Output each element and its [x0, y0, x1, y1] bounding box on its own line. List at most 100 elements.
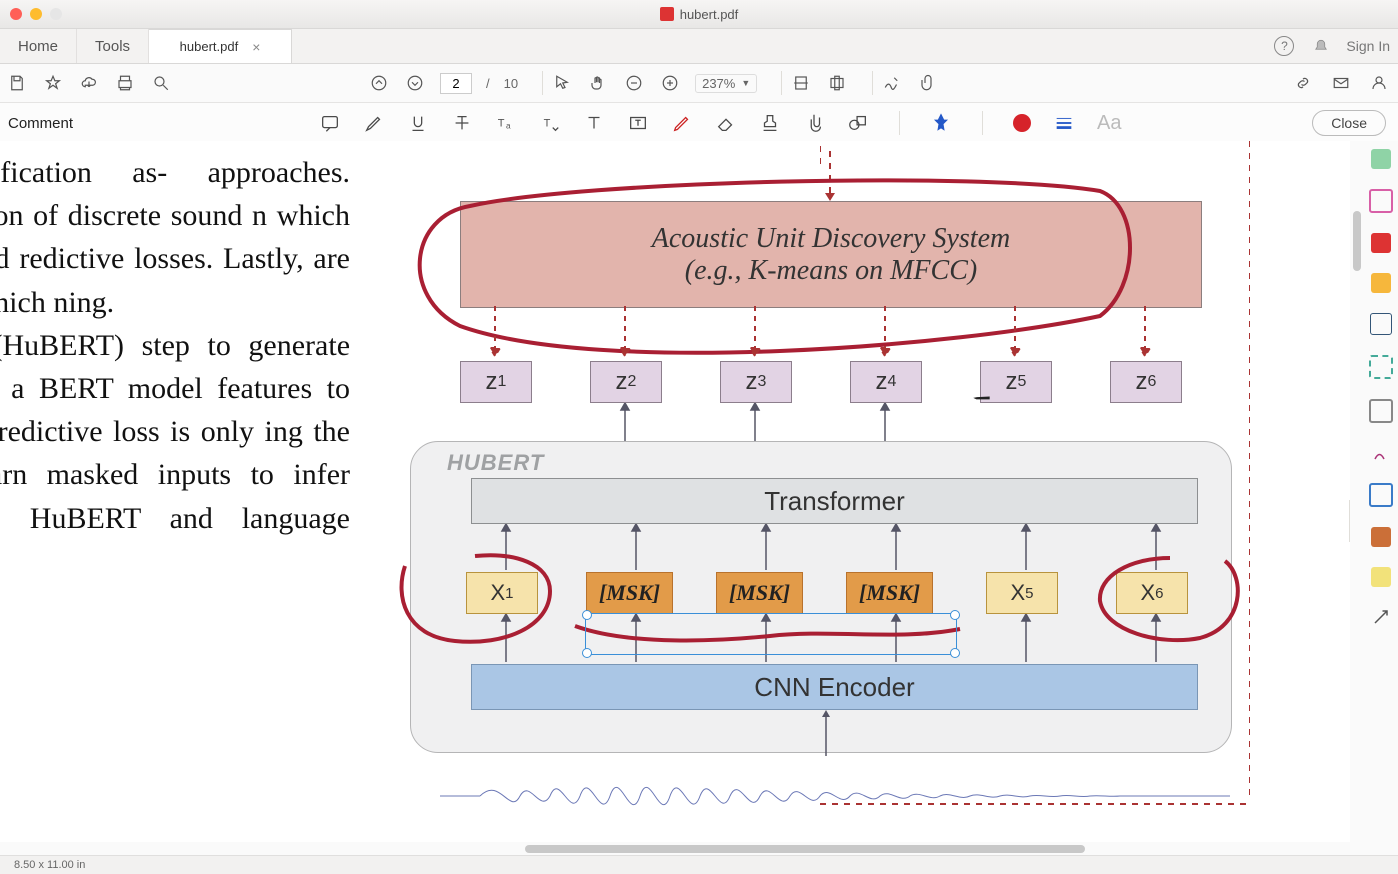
- attach-file-icon[interactable]: [803, 112, 825, 134]
- paper-body-text: tance classification as- approaches. Sec…: [0, 151, 350, 583]
- zoom-in-icon[interactable]: [659, 72, 681, 94]
- notifications-icon[interactable]: [1312, 38, 1328, 54]
- textbox-icon[interactable]: [627, 112, 649, 134]
- waveform-graphic: [440, 766, 1230, 826]
- panel-tool-edit[interactable]: [1369, 189, 1393, 213]
- panel-tool-more[interactable]: [1371, 607, 1391, 627]
- email-icon[interactable]: [1330, 72, 1352, 94]
- search-icon[interactable]: [150, 72, 172, 94]
- zoom-dropdown[interactable]: 237% ▼: [695, 74, 757, 93]
- save-icon[interactable]: [6, 72, 28, 94]
- panel-tool-redact[interactable]: [1369, 399, 1393, 423]
- dashed-loop-bottom: [820, 801, 1252, 811]
- scrollbar-thumb[interactable]: [1353, 211, 1361, 271]
- page-number-input[interactable]: [440, 73, 472, 94]
- panel-tool-organize[interactable]: [1370, 313, 1392, 335]
- pointer-icon[interactable]: [551, 72, 573, 94]
- pin-icon[interactable]: [930, 112, 952, 134]
- sticky-note-icon[interactable]: [319, 112, 341, 134]
- cloud-icon[interactable]: [78, 72, 100, 94]
- pdf-file-icon: [660, 7, 674, 21]
- page-sep: /: [486, 76, 490, 91]
- hubert-container: HUBERT Transformer X1 [MSK] [MSK] [MSK] …: [410, 441, 1232, 753]
- dashed-arrows-to-z: [460, 306, 1200, 361]
- status-bar: 8.50 x 11.00 in: [0, 855, 1398, 874]
- scrollbar-thumb[interactable]: [525, 845, 1085, 853]
- main-toolbar: / 10 237% ▼: [0, 64, 1398, 103]
- svg-text:T: T: [498, 118, 505, 130]
- page-total: 10: [504, 76, 518, 91]
- tab-document[interactable]: hubert.pdf ×: [149, 29, 292, 63]
- zoom-value: 237%: [702, 76, 735, 91]
- toolbar-divider: [542, 71, 543, 95]
- acoustic-unit-box: Acoustic Unit Discovery System (e.g., K-…: [460, 201, 1202, 308]
- cnn-encoder-box: CNN Encoder: [471, 664, 1198, 710]
- fit-width-icon[interactable]: [790, 72, 812, 94]
- close-comment-button[interactable]: Close: [1312, 110, 1386, 136]
- underline-text-icon[interactable]: [407, 112, 429, 134]
- panel-tool-compress[interactable]: [1369, 483, 1393, 507]
- tab-document-label: hubert.pdf: [180, 39, 239, 54]
- user-icon[interactable]: [1368, 72, 1390, 94]
- hubert-label: HUBERT: [447, 450, 544, 476]
- panel-tool-export[interactable]: [1371, 149, 1391, 169]
- window-title-text: hubert.pdf: [680, 7, 739, 22]
- transformer-box: Transformer: [471, 478, 1198, 524]
- page-down-icon[interactable]: [404, 72, 426, 94]
- z-box-3: z3: [720, 361, 792, 403]
- tab-tools[interactable]: Tools: [77, 29, 149, 63]
- text-style-icon[interactable]: Aa: [1097, 112, 1121, 135]
- dashed-loop-arrow: [1248, 141, 1250, 806]
- page-dimensions: 8.50 x 11.00 in: [14, 859, 85, 871]
- panel-tool-create[interactable]: [1371, 233, 1391, 253]
- panel-tool-send[interactable]: [1371, 567, 1391, 587]
- shapes-icon[interactable]: [847, 112, 869, 134]
- toolbar-divider: [982, 111, 983, 135]
- arrows-x-to-transformer: [471, 524, 1211, 572]
- panel-tool-comment[interactable]: [1371, 273, 1391, 293]
- vertical-scrollbar[interactable]: [1350, 141, 1364, 842]
- tab-home[interactable]: Home: [0, 29, 77, 63]
- z-box-1: z1: [460, 361, 532, 403]
- horizontal-scrollbar[interactable]: [0, 842, 1364, 856]
- figure-diagram: Acoustic Unit Discovery System (e.g., K-…: [400, 151, 1260, 851]
- pencil-draw-icon[interactable]: [671, 112, 693, 134]
- z-box-6: z6: [1110, 361, 1182, 403]
- zoom-out-icon[interactable]: [623, 72, 645, 94]
- share-link-icon[interactable]: [1292, 72, 1314, 94]
- toolbar-divider: [872, 71, 873, 95]
- right-tool-panel: [1363, 141, 1398, 856]
- line-weight-icon[interactable]: [1053, 112, 1075, 134]
- eraser-icon[interactable]: [715, 112, 737, 134]
- print-icon[interactable]: [114, 72, 136, 94]
- page-up-icon[interactable]: [368, 72, 390, 94]
- arrows-transformer-to-z: [460, 403, 1200, 443]
- star-icon[interactable]: [42, 72, 64, 94]
- strikethrough-icon[interactable]: [451, 112, 473, 134]
- sign-in-link[interactable]: Sign In: [1346, 38, 1390, 54]
- help-icon[interactable]: ?: [1274, 36, 1294, 56]
- attach-icon[interactable]: [917, 72, 939, 94]
- aud-line2: (e.g., K-means on MFCC): [685, 255, 977, 287]
- comment-label: Comment: [6, 115, 73, 132]
- document-viewport[interactable]: tance classification as- approaches. Sec…: [0, 141, 1364, 856]
- replace-text-icon[interactable]: Ta: [495, 112, 517, 134]
- sign-tool-icon[interactable]: [881, 72, 903, 94]
- color-swatch[interactable]: [1013, 114, 1031, 132]
- tab-close-icon[interactable]: ×: [252, 39, 260, 55]
- highlight-icon[interactable]: [363, 112, 385, 134]
- aud-line1: Acoustic Unit Discovery System: [652, 223, 1010, 255]
- insert-text-icon[interactable]: T: [539, 112, 561, 134]
- panel-tool-fill-sign[interactable]: [1371, 527, 1391, 547]
- panel-tool-combine[interactable]: [1369, 355, 1393, 379]
- fit-page-icon[interactable]: [826, 72, 848, 94]
- msk-box-4: [MSK]: [846, 572, 933, 614]
- stamp-icon[interactable]: [759, 112, 781, 134]
- hand-icon[interactable]: [587, 72, 609, 94]
- msk-box-2: [MSK]: [586, 572, 673, 614]
- text-tool-icon[interactable]: [583, 112, 605, 134]
- arrow-waveform-to-cnn: [816, 710, 836, 758]
- x-box-5: X5: [986, 572, 1058, 614]
- panel-tool-protect[interactable]: [1371, 443, 1391, 463]
- chevron-down-icon: ▼: [741, 78, 750, 88]
